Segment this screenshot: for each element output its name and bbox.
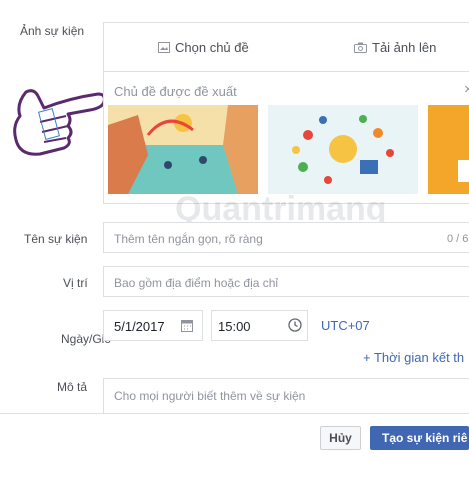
time-value: 15:00	[218, 319, 251, 334]
image-icon	[158, 42, 170, 53]
location-label: Vị trí	[63, 276, 88, 290]
tabs-divider	[104, 71, 469, 72]
cancel-button[interactable]: Hủy	[320, 426, 361, 450]
date-value: 5/1/2017	[114, 319, 165, 334]
event-name-label: Tên sự kiện	[24, 232, 88, 246]
pointing-hand-icon	[13, 89, 106, 156]
event-name-placeholder: Thêm tên ngắn gọn, rõ ràng	[114, 232, 263, 246]
suggested-themes-title: Chủ đề được đề xuất	[114, 84, 237, 99]
event-name-counter: 0 / 6	[447, 233, 469, 245]
date-input[interactable]: 5/1/2017	[103, 310, 203, 341]
create-event-button[interactable]: Tạo sự kiện riê	[370, 426, 469, 450]
upload-photo-tab[interactable]: Tải ảnh lên	[354, 40, 436, 55]
add-end-time-link[interactable]: + Thời gian kết th	[363, 350, 464, 365]
description-placeholder: Cho mọi người biết thêm về sự kiện	[114, 389, 306, 403]
time-input[interactable]: 15:00	[211, 310, 308, 341]
timezone-link[interactable]: UTC+07	[321, 318, 370, 333]
choose-theme-tab[interactable]: Chọn chủ đề	[158, 40, 249, 55]
event-photo-label: Ảnh sự kiện	[20, 24, 85, 38]
location-input[interactable]: Bao gồm địa điểm hoặc địa chỉ	[103, 266, 469, 297]
location-placeholder: Bao gồm địa điểm hoặc địa chỉ	[114, 276, 279, 290]
theme-thumbnail-summer[interactable]	[268, 105, 418, 194]
description-label: Mô tả	[57, 380, 88, 394]
close-suggestions-icon[interactable]: ×	[464, 81, 469, 98]
camera-icon	[354, 42, 367, 53]
theme-thumbnail-lake[interactable]	[108, 105, 258, 194]
choose-theme-label: Chọn chủ đề	[175, 40, 249, 55]
event-name-input[interactable]: Thêm tên ngắn gọn, rõ ràng 0 / 6	[103, 222, 469, 253]
clock-icon	[288, 318, 302, 332]
theme-thumbnail-partial[interactable]	[428, 105, 469, 194]
upload-photo-label: Tải ảnh lên	[372, 40, 437, 55]
calendar-icon	[181, 320, 193, 332]
